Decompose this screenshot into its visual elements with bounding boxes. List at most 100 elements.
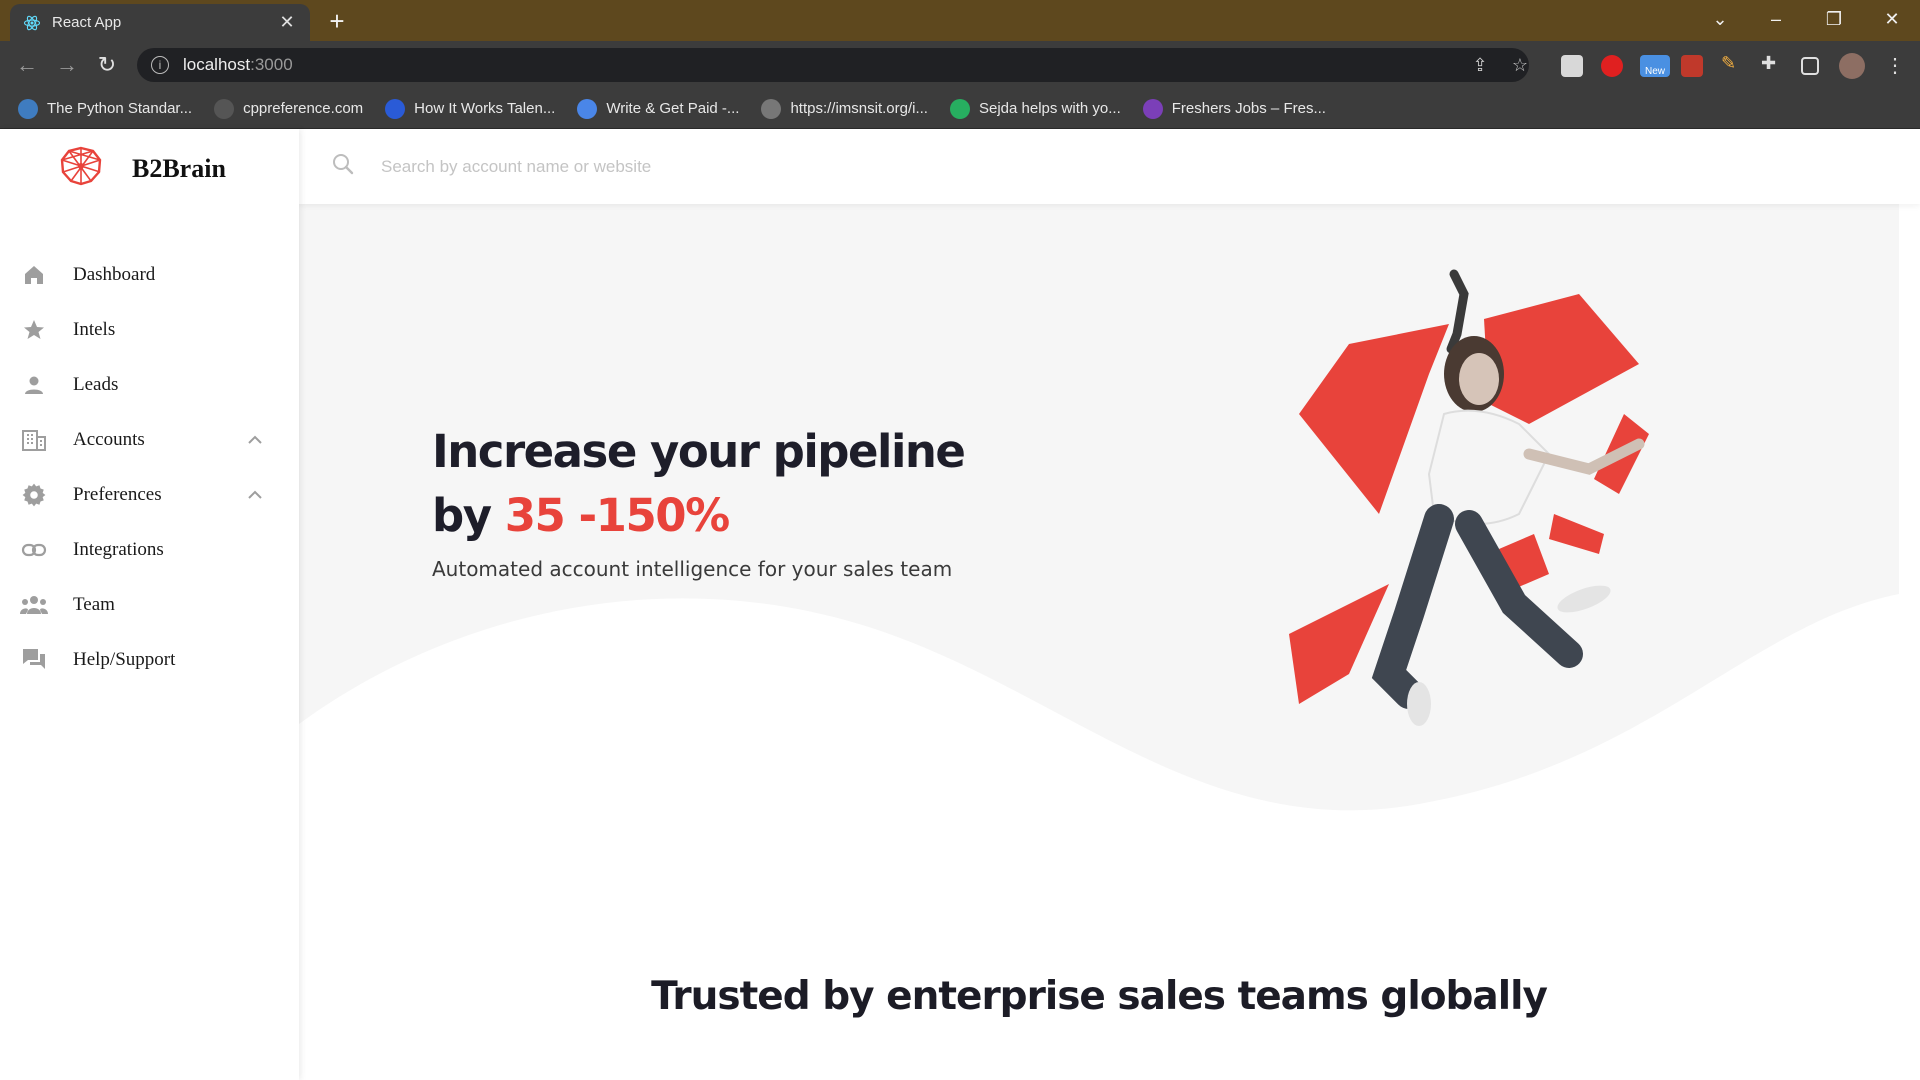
sidebar-item-help-support[interactable]: Help/Support bbox=[0, 632, 299, 687]
bookmark-label: cppreference.com bbox=[243, 100, 364, 117]
sidebar-item-accounts[interactable]: Accounts bbox=[0, 412, 299, 467]
chevron-up-icon[interactable] bbox=[247, 487, 263, 505]
hero-subtitle: Automated account intelligence for your … bbox=[432, 557, 953, 581]
close-window-button[interactable]: ✕ bbox=[1864, 0, 1920, 38]
minimize-button[interactable]: – bbox=[1748, 0, 1804, 38]
brain-logo-icon bbox=[58, 145, 104, 192]
search-bar bbox=[299, 129, 1920, 204]
extension-new-badge: New bbox=[1644, 66, 1665, 77]
tab-title: React App bbox=[52, 14, 122, 31]
building-icon bbox=[20, 426, 48, 454]
hero-title: Increase your pipeline by 35 -150% bbox=[432, 420, 966, 548]
bookmark-item[interactable]: Sejda helps with yo... bbox=[949, 98, 1121, 119]
sidebar-item-label: Dashboard bbox=[73, 263, 156, 285]
red-shape bbox=[1299, 324, 1449, 514]
extension-icon[interactable] bbox=[1561, 55, 1583, 77]
extensions-puzzle-icon[interactable]: ✚ bbox=[1761, 53, 1783, 75]
chevron-up-icon[interactable] bbox=[247, 432, 263, 450]
v-icon bbox=[385, 98, 406, 119]
sidebar-item-integrations[interactable]: Integrations bbox=[0, 522, 299, 577]
bookmark-item[interactable]: https://imsnsit.org/i... bbox=[761, 98, 928, 119]
hero-section: Increase your pipeline by 35 -150% Autom… bbox=[299, 204, 1899, 964]
bookmark-label: How It Works Talen... bbox=[414, 100, 556, 117]
star-icon bbox=[20, 316, 48, 344]
globe-icon bbox=[761, 98, 782, 119]
sidebar-item-label: Accounts bbox=[73, 428, 145, 450]
back-icon[interactable]: ← bbox=[12, 50, 42, 80]
side-panel-icon[interactable] bbox=[1801, 57, 1819, 75]
brand-name: B2Brain bbox=[132, 153, 226, 183]
bookmark-item[interactable]: Freshers Jobs – Fres... bbox=[1142, 98, 1326, 119]
extension-new-icon[interactable]: New bbox=[1640, 55, 1670, 77]
forward-icon[interactable]: → bbox=[52, 50, 82, 80]
sidebar-item-label: Team bbox=[73, 593, 115, 615]
sidebar-item-label: Preferences bbox=[73, 483, 162, 505]
sidebar-item-intels[interactable]: Intels bbox=[0, 302, 299, 357]
home-icon bbox=[20, 261, 48, 289]
gear-icon bbox=[20, 481, 48, 509]
sidebar-nav: Dashboard Intels Leads Accounts Preferences I… bbox=[0, 247, 299, 687]
extension-pen-icon[interactable]: ✎ bbox=[1721, 53, 1743, 75]
bookmark-item[interactable]: cppreference.com bbox=[214, 98, 364, 119]
fn-icon bbox=[1142, 98, 1163, 119]
bookmark-label: Write & Get Paid -... bbox=[606, 100, 740, 117]
red-shape bbox=[1549, 514, 1604, 554]
address-bar[interactable]: i localhost:3000 ⇪ ☆ bbox=[137, 48, 1529, 82]
extension-gift-icon[interactable] bbox=[1681, 55, 1703, 77]
chat-icon bbox=[20, 646, 48, 674]
link-icon bbox=[20, 536, 48, 564]
sidebar-item-label: Intels bbox=[73, 318, 116, 340]
bookmark-item[interactable]: How It Works Talen... bbox=[385, 98, 556, 119]
search-icon bbox=[331, 152, 355, 181]
sidebar-item-label: Integrations bbox=[73, 538, 164, 560]
bookmark-label: Sejda helps with yo... bbox=[978, 100, 1121, 117]
cppreference-icon bbox=[214, 98, 235, 119]
bookmark-item[interactable]: Write & Get Paid -... bbox=[577, 98, 740, 119]
extension-adblock-icon[interactable] bbox=[1601, 55, 1623, 77]
sidebar-item-team[interactable]: Team bbox=[0, 577, 299, 632]
sidebar: B2Brain Dashboard Intels Leads Accounts Pref… bbox=[0, 129, 299, 1080]
bookmark-star-icon[interactable]: ☆ bbox=[1505, 48, 1535, 82]
tab-search-icon[interactable]: ⌄ bbox=[1692, 0, 1748, 38]
close-tab-icon[interactable]: ✕ bbox=[276, 12, 298, 34]
site-info-icon[interactable]: i bbox=[151, 56, 169, 74]
brand-logo[interactable]: B2Brain bbox=[58, 145, 226, 192]
hero-illustration bbox=[1289, 269, 1649, 726]
share-icon[interactable]: ⇪ bbox=[1465, 48, 1495, 82]
group-icon bbox=[20, 591, 48, 619]
address-host: localhost bbox=[183, 55, 251, 74]
restore-button[interactable]: ❐ bbox=[1806, 0, 1862, 38]
sidebar-item-label: Help/Support bbox=[73, 648, 176, 670]
sidebar-item-label: Leads bbox=[73, 373, 119, 395]
sidebar-item-leads[interactable]: Leads bbox=[0, 357, 299, 412]
profile-avatar[interactable] bbox=[1839, 53, 1865, 79]
sejda-icon bbox=[949, 98, 970, 119]
sidebar-item-preferences[interactable]: Preferences bbox=[0, 467, 299, 522]
react-icon bbox=[22, 13, 42, 33]
address-port: :3000 bbox=[250, 55, 293, 74]
search-input[interactable] bbox=[381, 156, 981, 177]
app-root: B2Brain Dashboard Intels Leads Accounts Pref… bbox=[0, 129, 1920, 1080]
bookmark-label: The Python Standar... bbox=[47, 100, 193, 117]
menu-kebab-icon[interactable]: ⋮ bbox=[1880, 50, 1910, 80]
person-icon bbox=[20, 371, 48, 399]
main-content: Increase your pipeline by 35 -150% Autom… bbox=[299, 204, 1920, 1080]
hero-title-accent: 35 -150% bbox=[504, 489, 731, 542]
bookmark-label: https://imsnsit.org/i... bbox=[790, 100, 928, 117]
python-icon bbox=[18, 98, 38, 119]
hero-title-line1: Increase your pipeline bbox=[432, 425, 966, 478]
reload-icon[interactable]: ↻ bbox=[92, 50, 122, 80]
address-toolbar: ← → ↻ i localhost:3000 ⇪ ☆ New ✎ ✚ ⋮ bbox=[0, 41, 1920, 89]
red-shape bbox=[1289, 584, 1389, 704]
hero-title-prefix: by bbox=[432, 489, 505, 542]
red-shape bbox=[1484, 294, 1639, 424]
bookmarks-bar: The Python Standar... cppreference.com How… bbox=[0, 89, 1920, 129]
bookmark-label: Freshers Jobs – Fres... bbox=[1171, 100, 1326, 117]
browser-tab[interactable]: React App ✕ bbox=[10, 4, 310, 41]
sidebar-item-dashboard[interactable]: Dashboard bbox=[0, 247, 299, 302]
new-tab-button[interactable]: + bbox=[322, 6, 352, 36]
document-icon bbox=[577, 98, 598, 119]
trusted-heading: Trusted by enterprise sales teams global… bbox=[651, 974, 1548, 1019]
bookmark-item[interactable]: The Python Standar... bbox=[18, 98, 193, 119]
browser-tab-strip: React App ✕ + ⌄ – ❐ ✕ bbox=[0, 0, 1920, 41]
